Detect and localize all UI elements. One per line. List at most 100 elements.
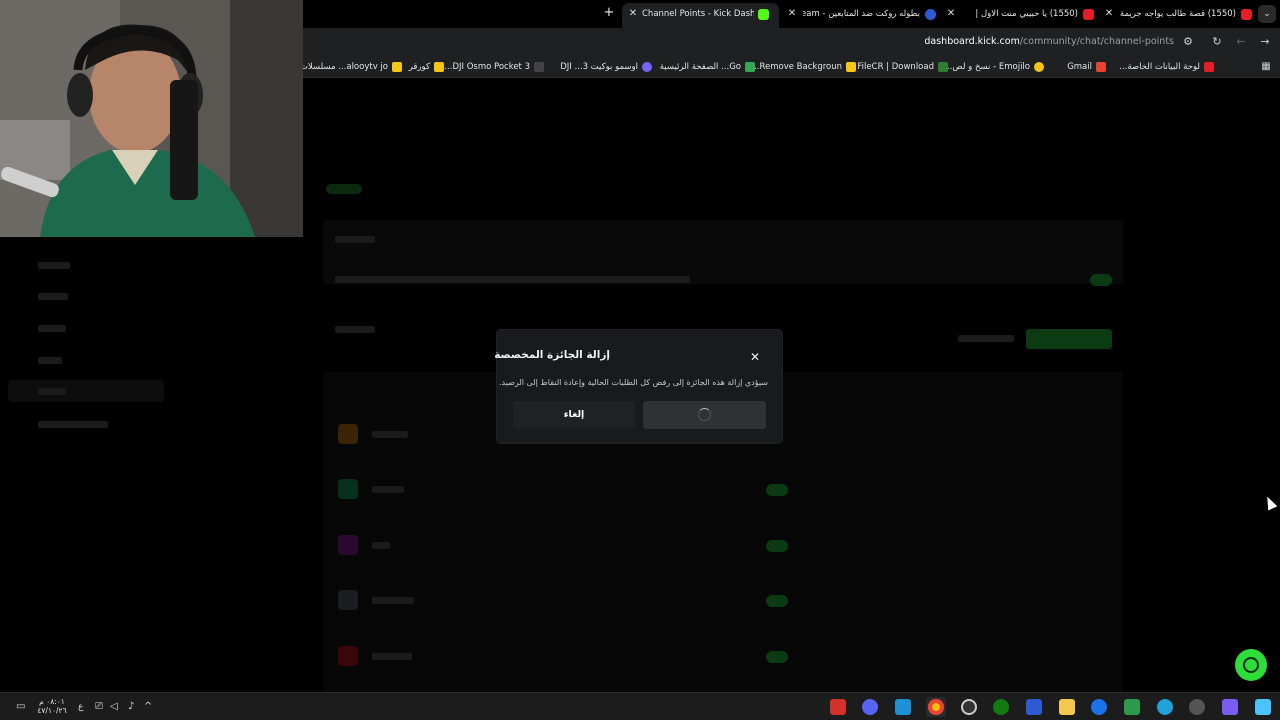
tab-title: (1550) قصة طالب يواجه جريمة ا — [1118, 9, 1236, 19]
youtube-icon — [1241, 8, 1252, 20]
reward-name — [372, 542, 390, 549]
card-heading — [335, 236, 375, 243]
show-hidden-icons-icon[interactable]: ^ — [144, 700, 152, 714]
windows-taskbar: ▭ ٠٨:٠١ م ٤٧/١٠/٢٦ ع ⎚ ◁ ♪ ^ — [0, 692, 1280, 720]
close-tab-icon[interactable]: ✕ — [1102, 7, 1116, 21]
site-icon — [642, 62, 652, 72]
address-bar[interactable]: dashboard.kick.com/community/chat/channe… — [924, 36, 1174, 47]
cancel-button[interactable]: إلغاء — [513, 401, 635, 429]
bookmark[interactable]: Remove Backgroun... — [751, 60, 856, 74]
apps-grid-icon[interactable]: ▦ — [1258, 59, 1274, 75]
bookmark-label: كورقر — [408, 62, 430, 72]
reward-name — [372, 653, 412, 660]
settings-icon[interactable] — [1189, 699, 1205, 715]
chrome-icon[interactable] — [928, 699, 944, 715]
close-tab-icon[interactable]: ✕ — [626, 7, 640, 21]
kr-icon — [434, 62, 444, 72]
copilot-icon[interactable] — [1222, 699, 1238, 715]
button-text — [958, 335, 1014, 342]
toggle-switch — [766, 595, 788, 607]
bookmark[interactable]: alooytv jo... مسلسلات — [300, 60, 402, 74]
reward-name — [372, 431, 408, 438]
toggle-switch — [766, 651, 788, 663]
network-icon[interactable]: ⎚ — [95, 700, 103, 714]
bookmark-label: Emojilo - نسخ و لص... — [944, 62, 1030, 72]
bookmark[interactable]: اوسمو بوكيت 3... DJI — [560, 60, 652, 74]
app-icon[interactable] — [830, 699, 846, 715]
help-chat-button[interactable] — [1235, 649, 1267, 681]
forward-icon[interactable]: → — [1257, 34, 1273, 50]
reward-icon — [338, 535, 358, 555]
site-icon — [392, 62, 402, 72]
store-icon[interactable] — [1124, 699, 1140, 715]
xbox-icon[interactable] — [993, 699, 1009, 715]
close-tab-icon[interactable]: ✕ — [785, 7, 799, 21]
bookmark[interactable]: كورقر — [409, 60, 444, 74]
status-pill — [326, 184, 362, 194]
tab-title: (1550) يا حبيبي منت الاول | — [975, 9, 1078, 19]
add-reward-button — [1026, 329, 1112, 349]
start-menu-icon[interactable] — [1255, 699, 1271, 715]
url-path: /community/chat/channel-points — [1019, 36, 1174, 47]
reload-icon[interactable]: ↻ — [1209, 34, 1225, 50]
emoji-icon — [1034, 62, 1044, 72]
bookmark-label: اوسمو بوكيت 3... DJI — [560, 62, 638, 72]
bookmark-label: Remove Backgroun... — [751, 62, 842, 72]
sidebar-item — [38, 293, 68, 300]
url-host: dashboard.kick.com — [924, 36, 1020, 47]
sidebar-item — [38, 325, 66, 332]
tab-stream[interactable]: بطوله روكت ضد المتابعين - ream — [803, 0, 936, 28]
reward-name — [372, 486, 404, 493]
bookmark[interactable]: Gmail — [1067, 60, 1106, 74]
file-explorer-icon[interactable] — [1059, 699, 1075, 715]
toggle-switch — [1090, 274, 1112, 286]
edge-icon[interactable] — [1157, 699, 1173, 715]
bookmark[interactable]: DJI Osmo Pocket 3... — [444, 60, 544, 74]
sidebar-item — [38, 262, 70, 269]
bookmark[interactable]: لوحة البيانات الخاصة... — [1119, 60, 1214, 74]
screen: ⌄ (1550) قصة طالب يواجه جريمة ا ✕ (1550)… — [0, 0, 1280, 720]
loading-spinner-icon — [698, 408, 711, 421]
microphone-icon[interactable]: ♪ — [128, 700, 134, 714]
dialog-title: إزالة الجائزة المخصصة — [494, 349, 610, 361]
site-icon — [925, 8, 936, 20]
tab-search-button[interactable]: ⌄ — [1258, 5, 1276, 23]
sidebar-item — [38, 388, 66, 395]
confirm-remove-button[interactable] — [643, 401, 766, 429]
obs-icon[interactable] — [961, 699, 977, 715]
facebook-icon[interactable] — [895, 699, 911, 715]
reward-name — [372, 597, 414, 604]
tab-title: Channel Points - Kick Dashboard — [642, 9, 754, 19]
bookmark[interactable]: Go... الصفحة الرئيسية — [660, 60, 755, 74]
bookmark-label: لوحة البيانات الخاصة... — [1119, 62, 1200, 72]
settings-card — [323, 220, 1123, 284]
drive-icon — [745, 62, 755, 72]
tab-youtube-2[interactable]: (1550) يا حبيبي منت الاول | — [960, 0, 1094, 28]
support-icon — [1243, 657, 1259, 673]
volume-icon[interactable]: ◁ — [110, 700, 118, 714]
webcam-image — [0, 0, 303, 237]
toggle-switch — [766, 484, 788, 496]
tab-title: بطوله روكت ضد المتابعين - ream — [803, 9, 920, 19]
close-tab-icon[interactable]: ✕ — [944, 7, 958, 21]
bookmark-label: Gmail — [1067, 62, 1092, 72]
bookmark[interactable]: FileCR | Download — [857, 60, 948, 74]
close-icon[interactable]: ✕ — [747, 349, 763, 365]
tab-youtube-1[interactable]: (1550) قصة طالب يواجه جريمة ا — [1118, 0, 1252, 28]
app-icon[interactable] — [1091, 699, 1107, 715]
back-icon[interactable]: ← — [1233, 34, 1249, 50]
clock-time: ٠٨:٠١ م — [39, 697, 65, 706]
dji-icon — [534, 62, 544, 72]
system-clock[interactable]: ٠٨:٠١ م ٤٧/١٠/٢٦ — [36, 697, 68, 715]
bookmark[interactable]: Emojilo - نسخ و لص... — [944, 60, 1044, 74]
reward-icon — [338, 590, 358, 610]
reward-icon — [338, 479, 358, 499]
bookmark-label: FileCR | Download — [857, 62, 934, 72]
new-tab-button[interactable]: + — [602, 6, 616, 20]
app-icon[interactable] — [1026, 699, 1042, 715]
input-language[interactable]: ع — [78, 700, 83, 714]
sidebar-item — [38, 421, 108, 428]
site-settings-icon[interactable]: ⚙ — [1180, 34, 1196, 50]
notification-icon[interactable]: ▭ — [16, 700, 25, 714]
discord-icon[interactable] — [862, 699, 878, 715]
